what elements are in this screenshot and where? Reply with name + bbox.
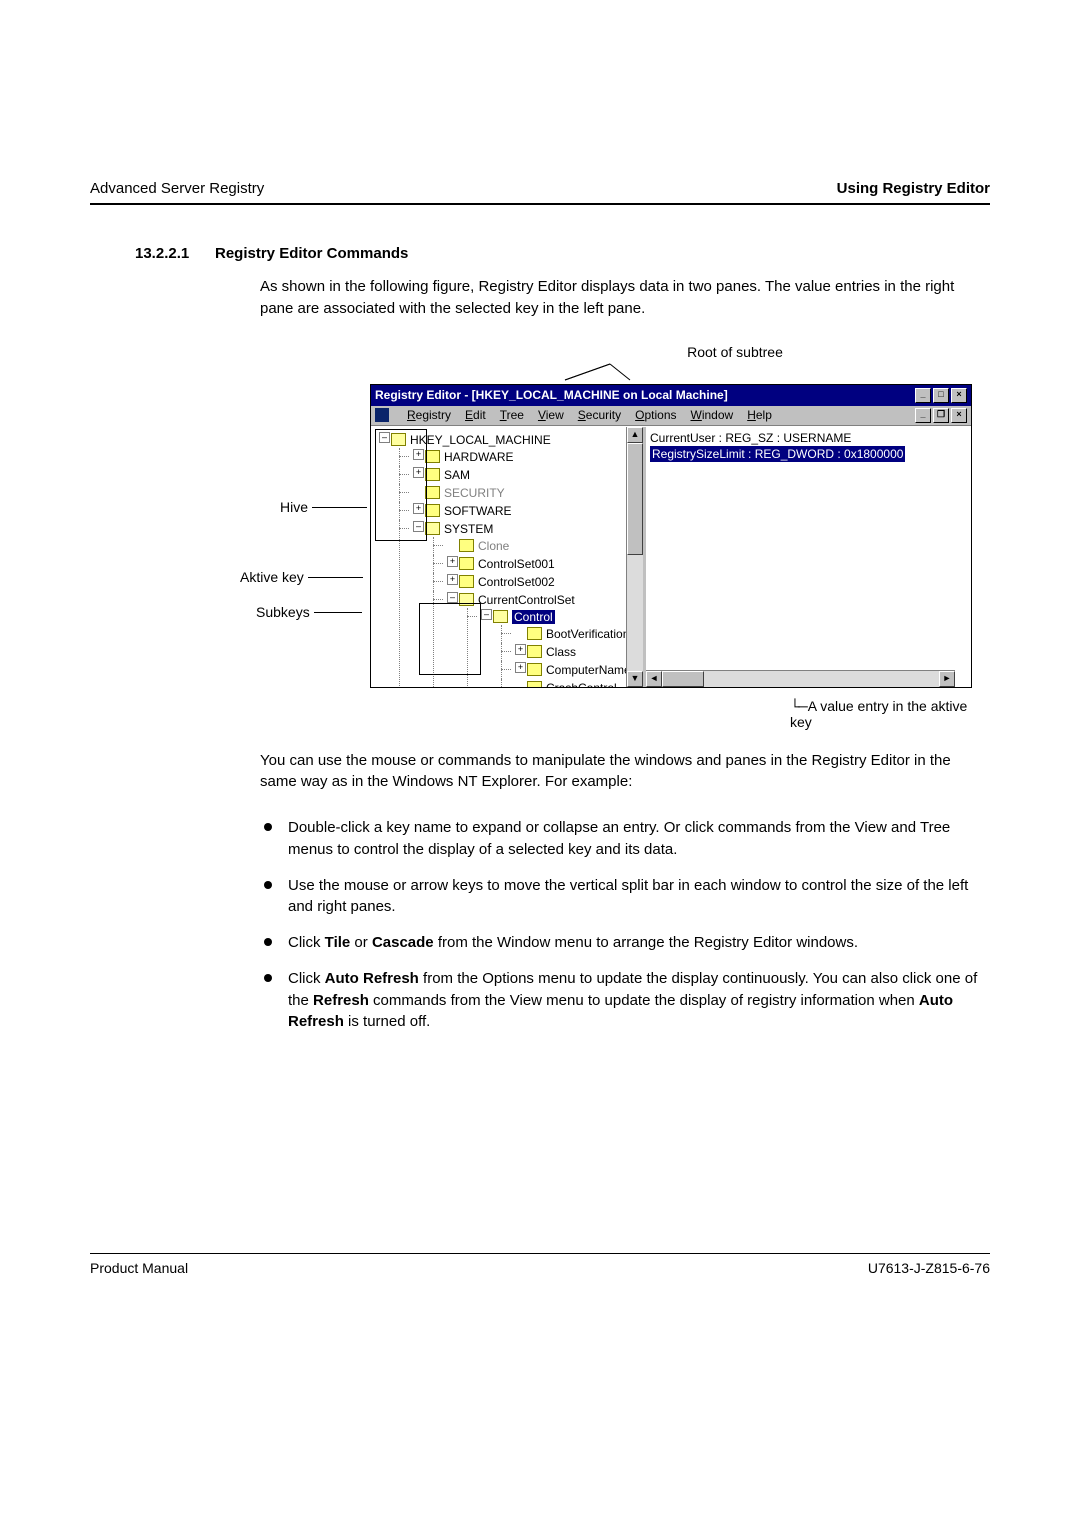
header-left: Advanced Server Registry — [90, 180, 264, 197]
folder-icon — [527, 663, 542, 676]
tree-boot[interactable]: BootVerificationProgram — [511, 625, 641, 643]
value-entry-caption: A value entry in the aktive key — [790, 698, 990, 730]
folder-open-icon — [425, 522, 440, 535]
section-title: Registry Editor Commands — [215, 245, 408, 262]
bullet-2: Use the mouse or arrow keys to move the … — [260, 875, 990, 919]
folder-icon — [425, 468, 440, 481]
header-rule — [90, 203, 990, 205]
value-pane[interactable]: CurrentUser : REG_SZ : USERNAME Registry… — [646, 427, 971, 687]
scroll-thumb-h[interactable] — [662, 671, 704, 687]
tree-cs002[interactable]: ControlSet002 — [443, 573, 641, 591]
value-scrollbar-horizontal[interactable]: ◄ ► — [646, 670, 955, 687]
scroll-up-icon[interactable]: ▲ — [627, 427, 643, 443]
footer-right: U7613-J-Z815-6-76 — [868, 1260, 990, 1276]
tree-hardware[interactable]: HARDWARE — [409, 448, 641, 466]
figure: Root of subtree Hive Aktive key Subkeys … — [260, 344, 990, 730]
mdi-minimize-icon[interactable]: _ — [915, 408, 931, 423]
titlebar-text: Registry Editor - [HKEY_LOCAL_MACHINE on… — [375, 388, 728, 402]
value-registrysizelimit[interactable]: RegistrySizeLimit : REG_DWORD : 0x180000… — [650, 446, 905, 462]
hive-bracket — [375, 429, 427, 541]
callout-aktive-key: Aktive key — [240, 569, 363, 585]
folder-icon — [425, 504, 440, 517]
tree-security[interactable]: SECURITY — [409, 484, 641, 502]
mdi-restore-icon[interactable]: ❐ — [933, 408, 949, 423]
folder-icon — [459, 575, 474, 588]
folder-icon — [527, 681, 542, 687]
folder-icon — [425, 450, 440, 463]
tree-computername[interactable]: ComputerName — [511, 661, 641, 679]
bullet-4: Click Auto Refresh from the Options menu… — [260, 968, 990, 1033]
maximize-icon[interactable]: □ — [933, 388, 949, 403]
tree-clone[interactable]: Clone — [443, 537, 641, 555]
menu-bar: Registry Edit Tree View Security Options… — [371, 406, 971, 426]
tree-class[interactable]: Class — [511, 643, 641, 661]
mdi-close-icon[interactable]: × — [951, 408, 967, 423]
callout-subkeys: Subkeys — [256, 604, 362, 620]
section-number: 13.2.2.1 — [135, 245, 215, 262]
tree-crash[interactable]: CrashControl — [511, 679, 641, 687]
tree-scrollbar-vertical[interactable]: ▲ ▼ — [626, 427, 643, 687]
scroll-down-icon[interactable]: ▼ — [627, 671, 643, 687]
registry-editor-window: Registry Editor - [HKEY_LOCAL_MACHINE on… — [370, 384, 972, 688]
menu-help[interactable]: Help — [747, 408, 772, 422]
root-connector — [560, 362, 990, 382]
folder-open-icon — [493, 610, 508, 623]
folder-icon — [527, 627, 542, 640]
folder-icon — [459, 539, 474, 552]
window-titlebar[interactable]: Registry Editor - [HKEY_LOCAL_MACHINE on… — [371, 385, 971, 406]
value-currentuser[interactable]: CurrentUser : REG_SZ : USERNAME — [650, 430, 967, 446]
tree-cs001[interactable]: ControlSet001 — [443, 555, 641, 573]
folder-icon — [527, 645, 542, 658]
intro-paragraph: As shown in the following figure, Regist… — [260, 276, 990, 320]
folder-icon — [425, 486, 440, 499]
tree-control[interactable]: Control BootVerificationProgram Class Co… — [477, 608, 641, 687]
minimize-icon[interactable]: _ — [915, 388, 931, 403]
menu-edit[interactable]: Edit — [465, 408, 486, 422]
menu-registry[interactable]: Registry — [407, 408, 451, 422]
bullet-1: Double-click a key name to expand or col… — [260, 817, 990, 861]
menu-view[interactable]: View — [538, 408, 564, 422]
after-figure-paragraph: You can use the mouse or commands to man… — [260, 750, 990, 794]
callout-hive: Hive — [280, 499, 367, 515]
subkeys-bracket — [419, 603, 481, 675]
root-of-subtree-label: Root of subtree — [480, 344, 990, 360]
menu-options[interactable]: Options — [635, 408, 676, 422]
close-icon[interactable]: × — [951, 388, 967, 403]
folder-icon — [459, 557, 474, 570]
menu-security[interactable]: Security — [578, 408, 621, 422]
menu-window[interactable]: Window — [691, 408, 734, 422]
bullet-3: Click Tile or Cascade from the Window me… — [260, 932, 990, 954]
scroll-thumb[interactable] — [627, 443, 643, 555]
menu-tree[interactable]: Tree — [500, 408, 524, 422]
tree-software[interactable]: SOFTWARE — [409, 502, 641, 520]
footer-left: Product Manual — [90, 1260, 188, 1276]
mdi-system-icon[interactable] — [375, 408, 389, 422]
scroll-right-icon[interactable]: ► — [939, 671, 955, 687]
scroll-left-icon[interactable]: ◄ — [646, 671, 662, 687]
header-right: Using Registry Editor — [837, 180, 990, 197]
tree-sam[interactable]: SAM — [409, 466, 641, 484]
